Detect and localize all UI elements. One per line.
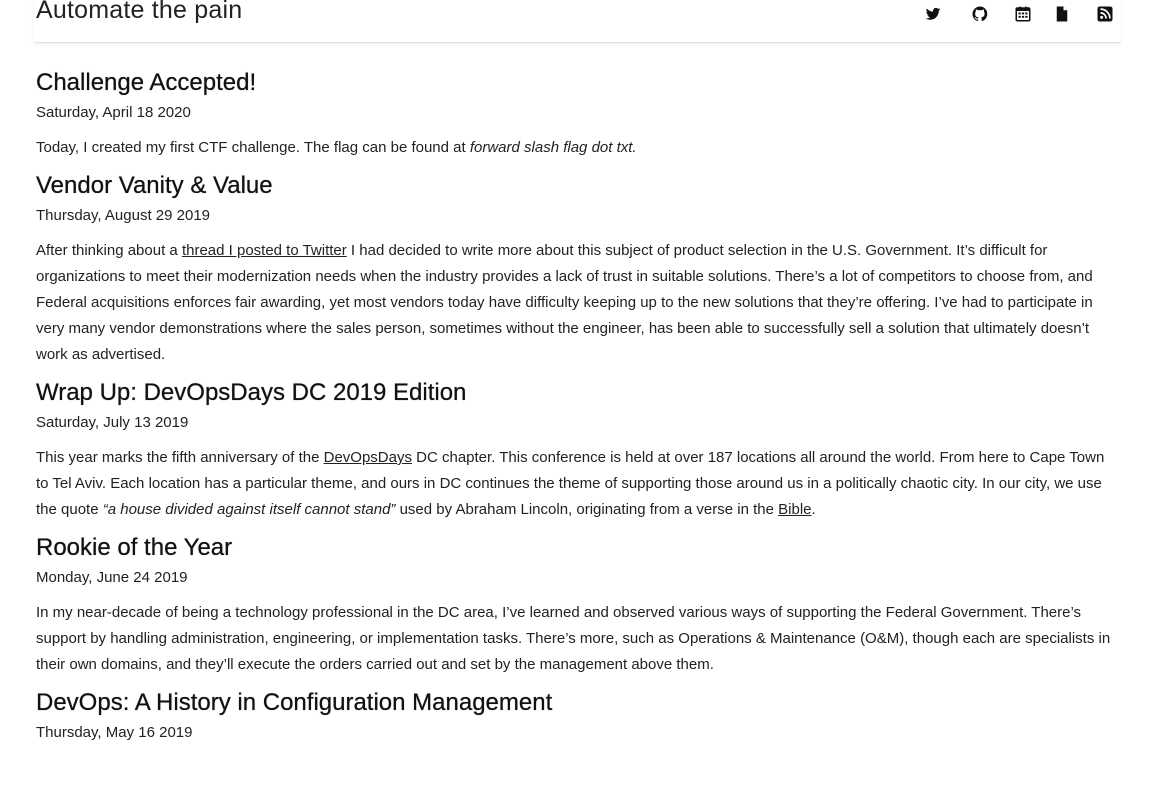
post-date: Thursday, August 29 2019	[36, 207, 211, 224]
post-item: Vendor Vanity & Value Thursday, August 29…	[36, 171, 1116, 368]
post-date: Saturday, July 13 2019	[36, 414, 189, 431]
site-header: Automate the pain	[34, 0, 1121, 43]
post-title-link[interactable]: Wrap Up: DevOpsDays DC 2019 Edition	[36, 378, 1116, 408]
excerpt-text: This year marks the fifth anniversary of…	[36, 449, 324, 466]
inline-link[interactable]: DevOpsDays	[324, 449, 412, 466]
post-excerpt: After thinking about a thread I posted t…	[36, 238, 1116, 368]
post-item: Wrap Up: DevOpsDays DC 2019 Edition Satur…	[36, 378, 1116, 523]
document-icon[interactable]	[1053, 5, 1071, 23]
excerpt-text: used by Abraham Lincoln, originating fro…	[395, 501, 779, 518]
post-title-link[interactable]: Vendor Vanity & Value	[36, 171, 1116, 201]
post-title-link[interactable]: DevOps: A History in Configuration Manag…	[36, 688, 1116, 718]
excerpt-text: After thinking about a	[36, 242, 182, 259]
post-item: Challenge Accepted! Saturday, April 18 20…	[36, 68, 1116, 161]
post-excerpt: In my near-decade of being a technology …	[36, 600, 1116, 678]
post-item: Rookie of the Year Monday, June 24 2019 In…	[36, 533, 1116, 678]
github-icon[interactable]	[971, 5, 989, 23]
excerpt-text: .	[811, 501, 816, 518]
emphasis-text: forward slash flag dot txt.	[469, 139, 637, 156]
post-excerpt: This year marks the fifth anniversary of…	[36, 445, 1116, 523]
post-date: Thursday, May 16 2019	[36, 724, 193, 741]
calendar-icon[interactable]	[1014, 5, 1032, 23]
post-list: Challenge Accepted! Saturday, April 18 20…	[36, 58, 1116, 743]
post-title-link[interactable]: Rookie of the Year	[36, 533, 1116, 563]
excerpt-text: In my near-decade of being a technology …	[36, 604, 1111, 673]
twitter-icon[interactable]	[924, 5, 942, 23]
excerpt-text: I had decided to write more about this s…	[36, 242, 1093, 363]
post-excerpt: Today, I created my first CTF challenge.…	[36, 135, 1116, 161]
post-item: DevOps: A History in Configuration Manag…	[36, 688, 1116, 743]
rss-icon[interactable]	[1096, 5, 1114, 23]
post-date: Saturday, April 18 2020	[36, 104, 191, 121]
post-title-link[interactable]: Challenge Accepted!	[36, 68, 1116, 98]
inline-link[interactable]: Bible	[778, 501, 811, 518]
social-icons	[34, 5, 1121, 25]
emphasis-text: “a house divided against itself cannot s…	[102, 501, 396, 518]
post-date: Monday, June 24 2019	[36, 569, 188, 586]
excerpt-text: Today, I created my first CTF challenge.…	[36, 139, 470, 156]
inline-link[interactable]: thread I posted to Twitter	[182, 242, 347, 259]
